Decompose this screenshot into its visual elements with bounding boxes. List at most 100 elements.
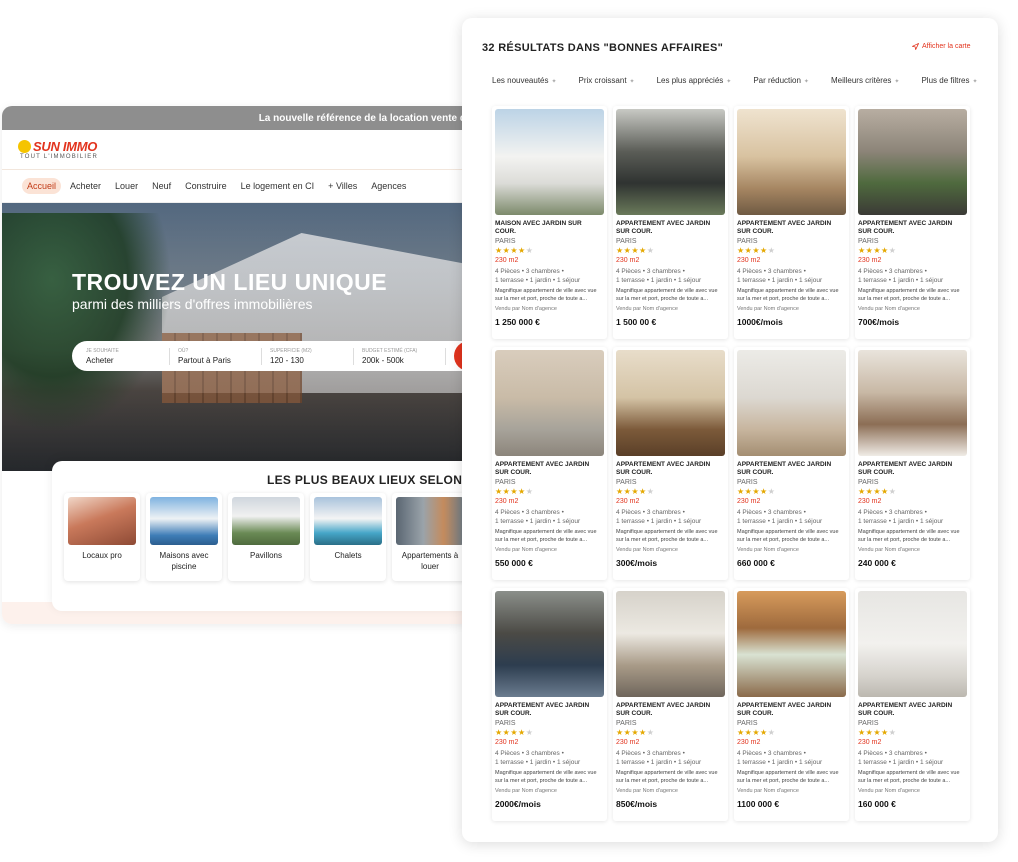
listing-city: PARIS <box>495 238 516 246</box>
listing-amenities: 1 terrasse • 1 jardin • 1 séjour <box>616 518 702 526</box>
search-field-area[interactable]: SUPERFICIE (M2) 120 - 130 <box>268 347 354 365</box>
listing-description: Magnifique appartement de ville avec vue… <box>495 288 597 302</box>
screenshot-stage: La nouvelle référence de la location ven… <box>0 0 1018 862</box>
filter-price-asc[interactable]: Prix croissant ✦ <box>579 76 635 85</box>
nav-item-villes[interactable]: + Villes <box>323 178 362 194</box>
star-icon: ★ <box>888 487 897 497</box>
listing-area: 230 m2 <box>858 498 882 506</box>
listing-price: 700€/mois <box>858 317 900 328</box>
star-icon: ★ <box>639 728 647 738</box>
listing-card[interactable]: APPARTEMENT AVEC JARDIN SUR COUR. PARIS ★★… <box>855 347 970 580</box>
star-icon: ★ <box>737 246 745 256</box>
listing-card[interactable]: APPARTEMENT AVEC JARDIN SUR COUR. PARIS ★★… <box>492 347 607 580</box>
star-icon: ★ <box>518 728 526 738</box>
listing-photo[interactable] <box>737 350 846 456</box>
category-card[interactable]: Pavillons <box>228 493 304 581</box>
filter-more[interactable]: Plus de filtres ✦ <box>921 76 977 85</box>
listing-agency: Vendu par Nom d'agence <box>616 547 678 554</box>
nav-item-louer[interactable]: Louer <box>110 178 143 194</box>
listing-card[interactable]: APPARTEMENT AVEC JARDIN SUR COUR. PARIS ★★… <box>734 347 849 580</box>
listing-photo[interactable] <box>737 109 846 215</box>
star-icon: ★ <box>888 728 897 738</box>
star-icon: ★ <box>737 487 745 497</box>
listing-photo[interactable] <box>858 109 967 215</box>
listing-agency: Vendu par Nom d'agence <box>495 547 557 554</box>
search-field-location[interactable]: OÙ? Partout à Paris <box>176 347 262 365</box>
listing-amenities: 1 terrasse • 1 jardin • 1 séjour <box>737 277 823 285</box>
category-card[interactable]: Maisons avec piscine <box>146 493 222 581</box>
listing-title: APPARTEMENT AVEC JARDIN SUR COUR. <box>858 461 953 477</box>
listing-rooms: 4 Pièces • 3 chambres • <box>616 268 685 276</box>
star-icon: ★ <box>873 246 882 256</box>
category-image <box>232 497 300 545</box>
filter-most-liked[interactable]: Les plus appréciés ✦ <box>657 76 732 85</box>
search-field-intent[interactable]: JE SOUHAITE Acheter <box>84 347 170 365</box>
listing-photo[interactable] <box>495 591 604 697</box>
filter-best-criteria[interactable]: Meilleurs critères ✦ <box>831 76 900 85</box>
listing-description: Magnifique appartement de ville avec vue… <box>858 288 960 302</box>
listing-description: Magnifique appartement de ville avec vue… <box>737 529 839 543</box>
listing-card[interactable]: APPARTEMENT AVEC JARDIN SUR COUR. PARIS ★★… <box>613 347 728 580</box>
listing-description: Magnifique appartement de ville avec vue… <box>616 770 718 784</box>
nav-item-construire[interactable]: Construire <box>180 178 232 194</box>
listing-price: 1000€/mois <box>737 317 783 328</box>
logo[interactable]: SUN IMMO TOUT L'IMMOBILIER <box>18 139 98 160</box>
filter-discount[interactable]: Par réduction ✦ <box>753 76 809 85</box>
rating-stars: ★★★★★ <box>616 247 725 255</box>
listing-title: APPARTEMENT AVEC JARDIN SUR COUR. <box>737 220 832 236</box>
listing-photo[interactable] <box>858 591 967 697</box>
listing-card[interactable]: APPARTEMENT AVEC JARDIN SUR COUR. PARIS ★★… <box>613 106 728 339</box>
category-card[interactable]: Locaux pro <box>64 493 140 581</box>
listing-price: 550 000 € <box>495 558 533 569</box>
listing-photo[interactable] <box>858 350 967 456</box>
main-nav: Accueil Acheter Louer Neuf Construire Le… <box>2 170 472 203</box>
listing-price: 1 500 00 € <box>616 317 657 328</box>
listing-card[interactable]: APPARTEMENT AVEC JARDIN SUR COUR. PARIS ★★… <box>734 588 849 821</box>
listing-photo[interactable] <box>616 591 725 697</box>
listing-card[interactable]: APPARTEMENT AVEC JARDIN SUR COUR. PARIS ★★… <box>613 588 728 821</box>
hero-subtitle: parmi des milliers d'offres immobilières <box>72 296 313 312</box>
nav-item-logement-ci[interactable]: Le logement en CI <box>236 178 320 194</box>
rating-stars: ★★★★★ <box>737 488 846 496</box>
star-icon: ★ <box>525 487 534 497</box>
nav-item-agences[interactable]: Agences <box>366 178 411 194</box>
listing-rooms: 4 Pièces • 3 chambres • <box>495 509 564 517</box>
listing-agency: Vendu par Nom d'agence <box>858 547 920 554</box>
listing-card[interactable]: APPARTEMENT AVEC JARDIN SUR COUR. PARIS ★★… <box>734 106 849 339</box>
star-icon: ★ <box>639 487 647 497</box>
listing-rooms: 4 Pièces • 3 chambres • <box>858 750 927 758</box>
listing-card[interactable]: APPARTEMENT AVEC JARDIN SUR COUR. PARIS ★★… <box>492 588 607 821</box>
nav-item-accueil[interactable]: Accueil <box>22 178 62 194</box>
rating-stars: ★★★★★ <box>495 488 604 496</box>
star-icon: ★ <box>752 487 761 497</box>
listing-title: APPARTEMENT AVEC JARDIN SUR COUR. <box>616 461 711 477</box>
listing-photo[interactable] <box>737 591 846 697</box>
listing-card[interactable]: APPARTEMENT AVEC JARDIN SUR COUR. PARIS ★★… <box>855 588 970 821</box>
site-header: SUN IMMO TOUT L'IMMOBILIER <box>2 130 472 170</box>
filter-newest[interactable]: Les nouveautés ✦ <box>492 76 557 85</box>
listing-card[interactable]: MAISON AVEC JARDIN SUR COUR. PARIS ★★★★★ 23… <box>492 106 607 339</box>
listing-amenities: 1 terrasse • 1 jardin • 1 séjour <box>737 759 823 767</box>
rating-stars: ★★★★★ <box>737 247 846 255</box>
category-image <box>68 497 136 545</box>
show-map-link[interactable]: Afficher la carte <box>912 43 971 50</box>
star-icon: ★ <box>767 246 776 256</box>
star-icon: ★ <box>873 487 882 497</box>
search-field-budget[interactable]: BUDGET ESTIMÉ (CFA) 200k - 500k <box>360 347 446 365</box>
listing-card[interactable]: APPARTEMENT AVEC JARDIN SUR COUR. PARIS ★★… <box>855 106 970 339</box>
listing-photo[interactable] <box>495 109 604 215</box>
listing-photo[interactable] <box>616 350 725 456</box>
listing-title: APPARTEMENT AVEC JARDIN SUR COUR. <box>495 702 590 718</box>
listing-agency: Vendu par Nom d'agence <box>495 788 557 795</box>
listing-description: Magnifique appartement de ville avec vue… <box>737 770 839 784</box>
nav-item-neuf[interactable]: Neuf <box>147 178 176 194</box>
listing-title: APPARTEMENT AVEC JARDIN SUR COUR. <box>737 702 832 718</box>
category-image <box>396 497 464 545</box>
listing-area: 230 m2 <box>495 739 519 747</box>
category-card[interactable]: Chalets <box>310 493 386 581</box>
listing-photo[interactable] <box>616 109 725 215</box>
listing-price: 1 250 000 € <box>495 317 540 328</box>
listing-photo[interactable] <box>495 350 604 456</box>
category-card[interactable]: Appartements à louer <box>392 493 468 581</box>
nav-item-acheter[interactable]: Acheter <box>65 178 106 194</box>
